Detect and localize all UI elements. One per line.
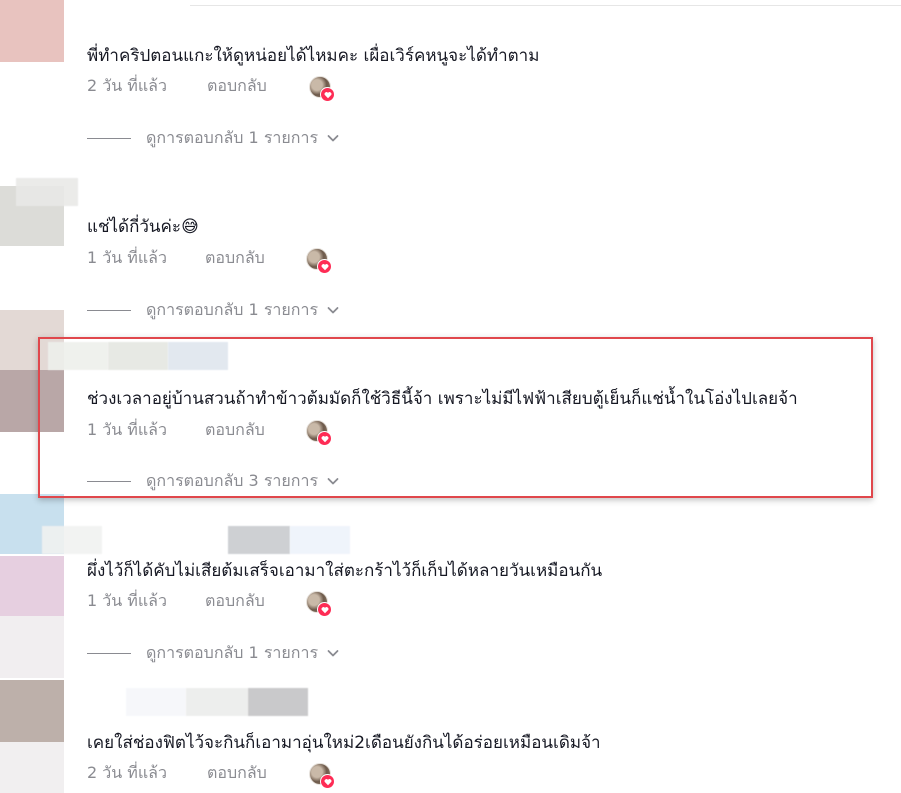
comment-text: ผึ่งไว้ก็ได้คับไม่เสียต้มเสร็จเอามาใส่ตะ…	[87, 561, 603, 581]
username-redacted[interactable]	[248, 688, 308, 716]
comment-meta: 1 วัน ที่แล้ว ตอบกลับ	[87, 589, 265, 613]
comment-text: แช่ได้กี่วันค่ะ😅	[87, 216, 199, 238]
avatar[interactable]	[0, 680, 64, 742]
comment-meta: 2 วัน ที่แล้ว ตอบกลับ	[87, 74, 267, 98]
comment-meta: 2 วัน ที่แล้ว ตอบกลับ	[87, 761, 267, 785]
view-replies-label: ดูการตอบกลับ 1 รายการ	[146, 127, 319, 147]
creator-liked-badge	[309, 76, 335, 102]
avatar[interactable]	[0, 616, 64, 678]
view-replies-button[interactable]: ดูการตอบกลับ 1 รายการ	[87, 128, 340, 148]
username-redacted[interactable]	[42, 526, 102, 554]
view-replies-button[interactable]: ดูการตอบกลับ 1 รายการ	[87, 300, 340, 320]
comment-meta: 1 วัน ที่แล้ว ตอบกลับ	[87, 418, 265, 442]
heart-icon	[317, 602, 332, 617]
divider-line	[87, 652, 131, 654]
username-redacted[interactable]	[290, 526, 350, 554]
comment-meta: 1 วัน ที่แล้ว ตอบกลับ	[87, 246, 265, 270]
username-redacted[interactable]	[168, 342, 228, 370]
avatar[interactable]	[0, 370, 64, 432]
comment-timestamp: 2 วัน ที่แล้ว	[87, 75, 167, 95]
chevron-down-icon	[326, 131, 340, 145]
username-redacted[interactable]	[48, 342, 108, 370]
username-redacted[interactable]	[108, 342, 168, 370]
heart-icon	[320, 774, 335, 789]
avatar[interactable]	[0, 742, 64, 793]
comment-text: เคยใส่ช่องฟิตไว้จะกินก็เอามาอุ่นใหม่2เดื…	[87, 733, 601, 753]
chevron-down-icon	[326, 303, 340, 317]
creator-liked-badge	[306, 248, 332, 274]
avatar[interactable]	[0, 556, 64, 616]
creator-liked-badge	[306, 591, 332, 617]
chevron-down-icon	[326, 474, 340, 488]
divider-line	[87, 480, 131, 482]
comment-timestamp: 1 วัน ที่แล้ว	[87, 419, 167, 439]
creator-liked-badge	[306, 420, 332, 446]
username-redacted[interactable]	[16, 178, 78, 206]
divider-line	[87, 137, 131, 139]
comment-text: ช่วงเวลาอยู่บ้านสวนถ้าทำข้าวต้มมัดก็ใช้ว…	[87, 389, 798, 409]
reply-button[interactable]: ตอบกลับ	[205, 418, 265, 443]
avatar[interactable]	[0, 0, 64, 62]
reply-button[interactable]: ตอบกลับ	[207, 761, 267, 786]
username-redacted[interactable]	[186, 688, 248, 716]
view-replies-label: ดูการตอบกลับ 3 รายการ	[146, 470, 319, 490]
divider	[190, 5, 901, 6]
comment-timestamp: 2 วัน ที่แล้ว	[87, 762, 167, 782]
reply-button[interactable]: ตอบกลับ	[205, 246, 265, 271]
sweat-smile-emoji: 😅	[181, 217, 199, 237]
username-redacted[interactable]	[228, 526, 290, 554]
comment-timestamp: 1 วัน ที่แล้ว	[87, 590, 167, 610]
creator-liked-badge	[309, 763, 335, 789]
heart-icon	[317, 259, 332, 274]
view-replies-label: ดูการตอบกลับ 1 รายการ	[146, 642, 319, 662]
username-redacted[interactable]	[126, 688, 186, 716]
comment-timestamp: 1 วัน ที่แล้ว	[87, 247, 167, 267]
reply-button[interactable]: ตอบกลับ	[207, 74, 267, 99]
reply-button[interactable]: ตอบกลับ	[205, 589, 265, 614]
view-replies-button[interactable]: ดูการตอบกลับ 3 รายการ	[87, 471, 340, 491]
heart-icon	[320, 87, 335, 102]
view-replies-label: ดูการตอบกลับ 1 รายการ	[146, 299, 319, 319]
chevron-down-icon	[326, 646, 340, 660]
divider-line	[87, 309, 131, 311]
comment-text: พี่ทำคริปตอนแกะให้ดูหน่อยได้ไหมคะ เผื่อเ…	[87, 46, 540, 66]
comment-text-body: แช่ได้กี่วันค่ะ	[87, 217, 182, 237]
view-replies-button[interactable]: ดูการตอบกลับ 1 รายการ	[87, 643, 340, 663]
comments-panel: พี่ทำคริปตอนแกะให้ดูหน่อยได้ไหมคะ เผื่อเ…	[0, 0, 901, 793]
heart-icon	[317, 431, 332, 446]
